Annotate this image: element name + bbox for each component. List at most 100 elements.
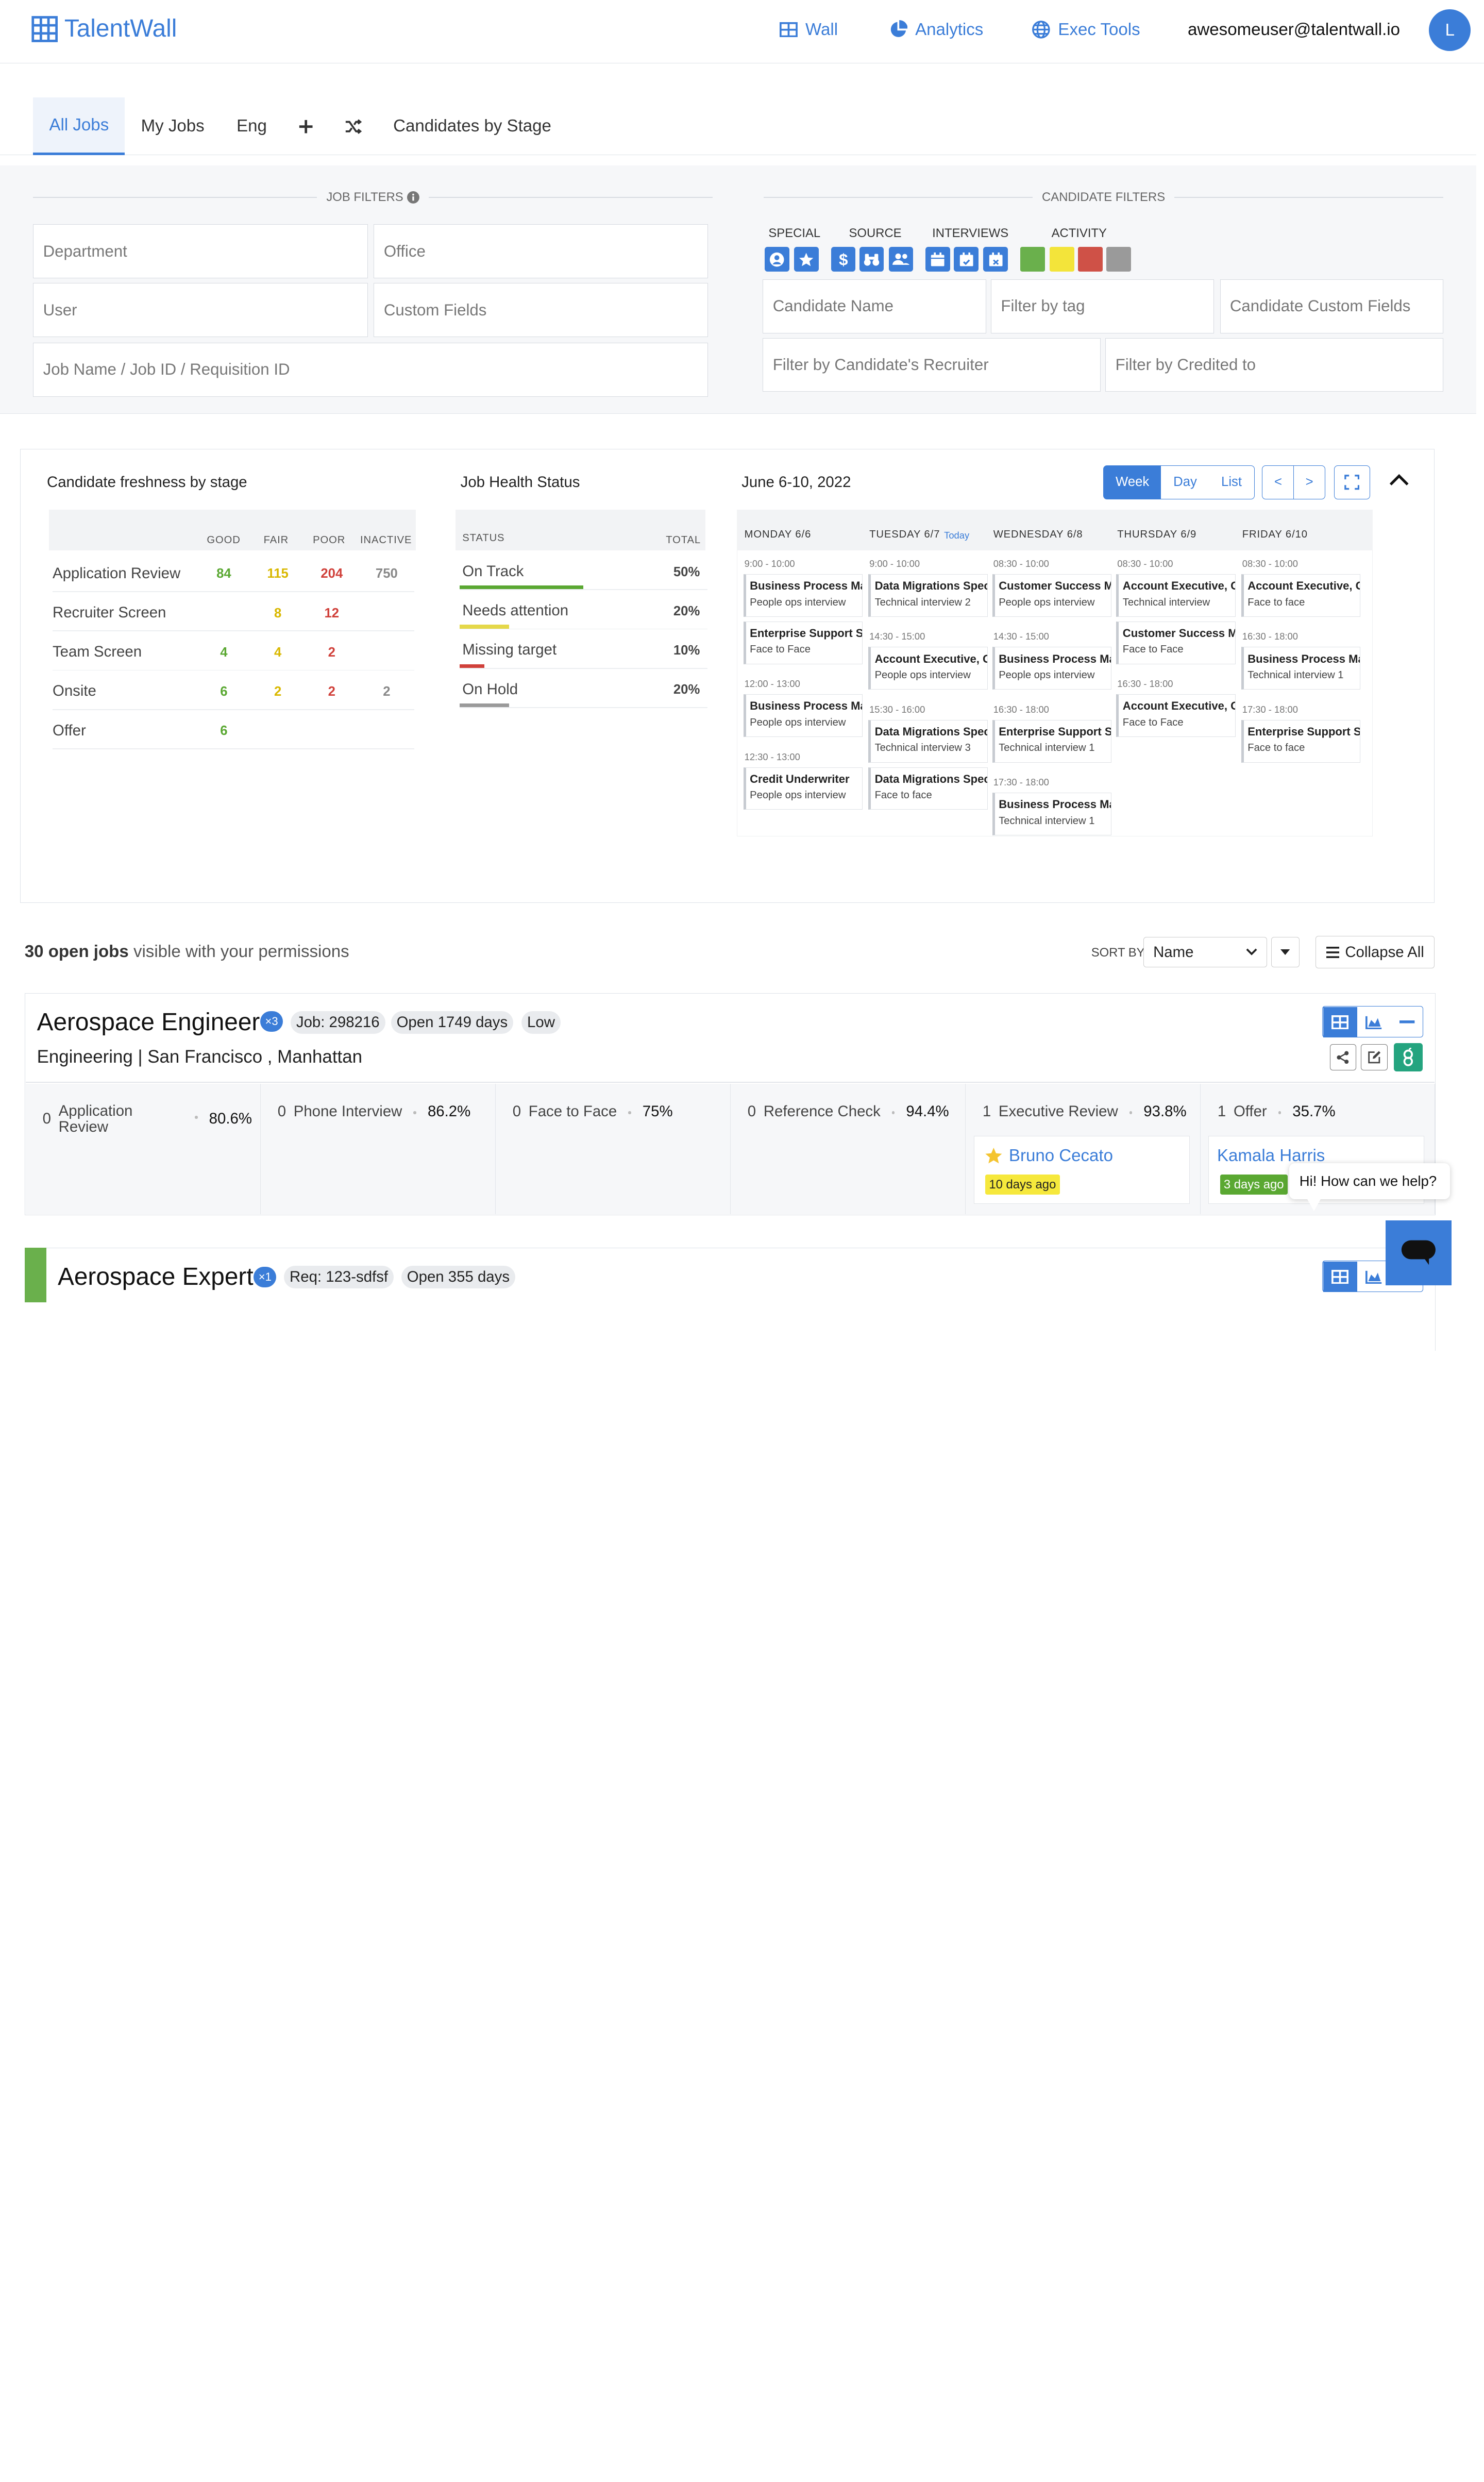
calendar-event[interactable]: Business Process Man Technical interview … bbox=[992, 793, 1112, 835]
calendar-event[interactable]: Customer Success Ma Face to Face bbox=[1116, 621, 1236, 664]
stage-header[interactable]: 1 Executive Review 93.8% bbox=[983, 1103, 1187, 1120]
source-sourced-filter-button[interactable] bbox=[859, 247, 884, 272]
calendar-next-button[interactable]: > bbox=[1293, 465, 1326, 499]
tab-my-jobs[interactable]: My Jobs bbox=[132, 97, 213, 155]
chat-launcher-button[interactable] bbox=[1385, 1220, 1452, 1286]
chat-bubble[interactable]: Hi! How can we help? bbox=[1289, 1163, 1450, 1200]
stage-header[interactable]: 0 Reference Check 94.4% bbox=[748, 1103, 949, 1120]
special-starred-filter-button[interactable] bbox=[794, 247, 819, 272]
collapse-all-button[interactable]: Collapse All bbox=[1316, 936, 1435, 968]
calendar-event[interactable]: Business Process Man Technical interview … bbox=[1241, 647, 1361, 690]
tab-eng[interactable]: Eng bbox=[227, 97, 277, 155]
analytics-view-button[interactable] bbox=[1357, 1007, 1391, 1037]
interviews-canceled-filter-button[interactable] bbox=[983, 247, 1008, 272]
freshness-inactive-count[interactable]: 750 bbox=[368, 566, 406, 581]
calendar-event[interactable]: Enterprise Support Sp Face to Face bbox=[743, 621, 863, 664]
freshness-good-count[interactable]: 84 bbox=[205, 566, 243, 581]
calendar-list-button[interactable]: List bbox=[1209, 465, 1255, 499]
candidate-name[interactable]: Bruno Cecato bbox=[1009, 1146, 1113, 1166]
calendar-day-button[interactable]: Day bbox=[1160, 465, 1210, 499]
freshness-poor-count[interactable]: 12 bbox=[313, 606, 350, 621]
candidate-custom-fields-filter[interactable]: Candidate Custom Fields bbox=[1220, 279, 1443, 333]
health-status-label[interactable]: On Hold bbox=[462, 681, 518, 698]
share-job-button[interactable] bbox=[1329, 1044, 1356, 1071]
calendar-week-button[interactable]: Week bbox=[1103, 465, 1162, 499]
nav-exec-tools[interactable]: Exec Tools bbox=[1032, 20, 1140, 40]
stage-header[interactable]: 0 Face to Face 75% bbox=[513, 1103, 673, 1120]
freshness-fair-count[interactable]: 4 bbox=[259, 645, 296, 660]
stage-header[interactable]: 0 Phone Interview 86.2% bbox=[278, 1103, 471, 1120]
health-status-label[interactable]: On Track bbox=[462, 563, 524, 580]
freshness-poor-count[interactable]: 2 bbox=[313, 645, 350, 660]
office-filter[interactable]: Office bbox=[374, 224, 708, 278]
tab-candidates-by-stage[interactable]: Candidates by Stage bbox=[386, 97, 558, 155]
tag-filter[interactable]: Filter by tag bbox=[991, 279, 1215, 333]
job-name-search[interactable]: Job Name / Job ID / Requisition ID bbox=[33, 342, 708, 397]
department-filter[interactable]: Department bbox=[33, 224, 368, 278]
shuffle-button[interactable] bbox=[338, 97, 368, 155]
wall-view-button[interactable] bbox=[1323, 1007, 1357, 1037]
collapse-job-button[interactable] bbox=[1390, 1007, 1424, 1037]
source-paid-filter-button[interactable]: $ bbox=[831, 247, 856, 272]
greenhouse-link-button[interactable] bbox=[1394, 1043, 1423, 1072]
fullscreen-button[interactable] bbox=[1334, 465, 1370, 499]
special-user-filter-button[interactable] bbox=[765, 247, 789, 272]
activity-red-filter[interactable] bbox=[1078, 247, 1103, 272]
freshness-fair-count[interactable]: 8 bbox=[259, 606, 296, 621]
interviews-upcoming-filter-button[interactable] bbox=[925, 247, 951, 272]
calendar-event[interactable]: Enterprise Support Sp Face to face bbox=[1241, 719, 1361, 763]
sort-select[interactable]: Name bbox=[1143, 937, 1268, 968]
calendar-event[interactable]: Business Process Man People ops interview bbox=[992, 647, 1112, 690]
calendar-event[interactable]: Business Process Man People ops interview bbox=[743, 574, 863, 617]
credited-to-filter[interactable]: Filter by Credited to bbox=[1105, 338, 1443, 392]
user-email[interactable]: awesomeuser@talentwall.io bbox=[1188, 20, 1400, 40]
avatar[interactable]: L bbox=[1429, 9, 1471, 52]
custom-fields-filter[interactable]: Custom Fields bbox=[374, 283, 708, 337]
calendar-event[interactable]: Data Migrations Speci Face to face bbox=[868, 767, 988, 810]
freshness-stage-label: Onsite bbox=[53, 682, 96, 700]
collapse-panel-button[interactable] bbox=[1389, 473, 1409, 487]
nav-wall[interactable]: Wall bbox=[780, 20, 838, 40]
calendar-event[interactable]: Data Migrations Speci Technical interview… bbox=[868, 574, 988, 617]
freshness-poor-count[interactable]: 204 bbox=[313, 566, 350, 581]
activity-yellow-filter[interactable] bbox=[1049, 247, 1074, 272]
calendar-event[interactable]: Account Executive, Gr Face to face bbox=[1241, 574, 1361, 617]
calendar-event[interactable]: Account Executive, Gr People ops intervie… bbox=[868, 647, 988, 690]
tab-all-jobs[interactable]: All Jobs bbox=[33, 97, 125, 156]
activity-green-filter[interactable] bbox=[1020, 247, 1045, 272]
freshness-fair-count[interactable]: 2 bbox=[259, 684, 296, 699]
candidate-name-filter[interactable]: Candidate Name bbox=[763, 279, 986, 333]
stage-header[interactable]: 0 Application Review 80.6% bbox=[43, 1103, 252, 1135]
freshness-good-count[interactable]: 6 bbox=[205, 684, 243, 699]
info-icon[interactable] bbox=[407, 191, 419, 204]
edit-job-button[interactable] bbox=[1361, 1044, 1388, 1071]
calendar-event[interactable]: Business Process Man People ops interview bbox=[743, 694, 863, 737]
wall-view-button[interactable] bbox=[1323, 1262, 1357, 1293]
job-title[interactable]: Aerospace Expert bbox=[58, 1263, 254, 1291]
freshness-poor-count[interactable]: 2 bbox=[313, 684, 350, 699]
user-filter[interactable]: User bbox=[33, 283, 368, 337]
talentwall-logo[interactable]: TalentWall bbox=[31, 14, 177, 43]
calendar-event[interactable]: Account Executive, Gr Face to Face bbox=[1116, 694, 1236, 737]
health-status-label[interactable]: Missing target bbox=[462, 641, 556, 659]
freshness-inactive-count[interactable]: 2 bbox=[368, 684, 406, 699]
stage-header[interactable]: 1 Offer 35.7% bbox=[1218, 1103, 1336, 1120]
interviews-completed-filter-button[interactable] bbox=[954, 247, 979, 272]
calendar-event[interactable]: Data Migrations Speci Technical interview… bbox=[868, 719, 988, 763]
calendar-event[interactable]: Account Executive, Gr Technical interview bbox=[1116, 574, 1236, 617]
calendar-prev-button[interactable]: < bbox=[1262, 465, 1294, 499]
freshness-fair-count[interactable]: 115 bbox=[259, 566, 296, 581]
add-tab-button[interactable] bbox=[292, 97, 320, 155]
calendar-event[interactable]: Customer Success Ma People ops interview bbox=[992, 574, 1112, 617]
freshness-good-count[interactable]: 4 bbox=[205, 645, 243, 660]
sort-direction-button[interactable] bbox=[1271, 937, 1300, 968]
health-status-label[interactable]: Needs attention bbox=[462, 602, 568, 619]
nav-analytics[interactable]: Analytics bbox=[889, 20, 983, 40]
calendar-event[interactable]: Enterprise Support Sp Technical interview… bbox=[992, 719, 1112, 763]
recruiter-filter[interactable]: Filter by Candidate's Recruiter bbox=[763, 338, 1101, 392]
calendar-event[interactable]: Credit Underwriter People ops interview bbox=[743, 767, 863, 810]
job-title[interactable]: Aerospace Engineer bbox=[37, 1008, 260, 1036]
activity-gray-filter[interactable] bbox=[1106, 247, 1131, 272]
freshness-good-count[interactable]: 6 bbox=[205, 724, 243, 739]
source-referral-filter-button[interactable] bbox=[888, 247, 914, 272]
